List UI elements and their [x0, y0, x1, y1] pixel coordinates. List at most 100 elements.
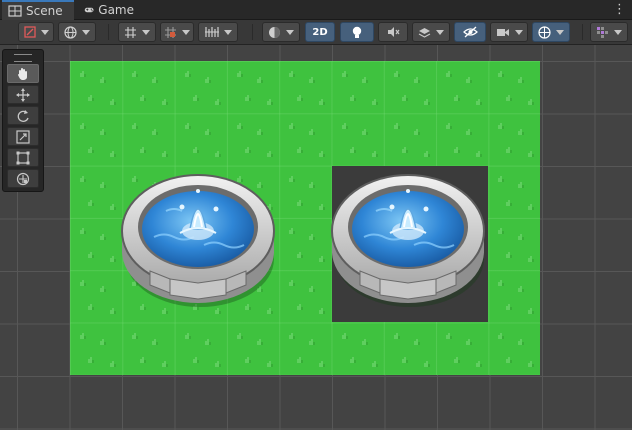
grass-tuft [414, 129, 420, 136]
grass-tuft [110, 203, 116, 210]
grass-tuft [80, 123, 86, 130]
grass-tuft [454, 95, 460, 101]
grass-tuft [193, 147, 199, 154]
grass-tuft [506, 95, 512, 101]
2d-mode-label: 2D [312, 26, 328, 38]
snap-increment-icon [165, 26, 176, 38]
grass-tuft [162, 99, 168, 105]
grass-tuft [394, 123, 400, 130]
grass-tuft [110, 308, 116, 315]
grass-tuft [237, 332, 243, 339]
grass-tuft [185, 123, 191, 130]
grass-tuft [110, 151, 116, 158]
tab-game[interactable]: Game [78, 0, 140, 20]
rotate-tool-button[interactable] [7, 106, 39, 125]
grass-tuft [80, 280, 86, 287]
grass-tuft [267, 360, 273, 367]
increment-snap-dropdown[interactable] [160, 22, 194, 42]
tab-scene-label: Scene [26, 4, 63, 18]
lighting-toggle[interactable] [340, 22, 374, 42]
grass-tuft [498, 71, 504, 77]
effects-layers-icon [418, 27, 431, 38]
shading-mode-dropdown[interactable] [262, 22, 300, 42]
scale-tool-button[interactable] [7, 127, 39, 146]
2d-mode-toggle[interactable]: 2D [305, 22, 335, 42]
align-dropdown[interactable] [198, 22, 238, 42]
scene-viewport[interactable] [0, 45, 632, 430]
hidden-eye-icon [462, 26, 478, 38]
camera-icon [496, 28, 509, 36]
grass-tuft [309, 233, 315, 240]
fountain-sprite-right[interactable] [330, 167, 490, 317]
grass-tuft [402, 147, 408, 154]
grass-tuft [372, 99, 377, 105]
toolbar-separator [252, 24, 253, 40]
grass-tuft [476, 99, 482, 105]
grass-tuft [257, 338, 263, 345]
gizmo-globe-icon [538, 25, 551, 39]
grass-tuft [309, 338, 315, 345]
grass-tuft [454, 147, 460, 154]
grass-tuft [215, 360, 221, 367]
audio-toggle[interactable] [378, 22, 408, 42]
grass-tuft [372, 151, 377, 158]
grass-tuft [518, 338, 524, 345]
grass-tuft [498, 175, 504, 182]
grid-snap-icon [125, 26, 136, 38]
grass-tuft [88, 251, 94, 258]
rect-tool-button[interactable] [7, 148, 39, 167]
grass-tuft [132, 71, 138, 77]
move-arrows-icon [16, 87, 30, 102]
camera-dropdown[interactable] [490, 22, 528, 42]
grid-snapping-dropdown[interactable] [118, 22, 156, 42]
scene-grid-icon [8, 5, 22, 17]
tab-game-label: Game [98, 3, 134, 17]
scene-visibility-toggle[interactable] [454, 22, 486, 42]
grass-tuft [402, 95, 408, 101]
grass-tuft [424, 151, 430, 158]
kebab-menu-icon[interactable]: ⋮ [613, 3, 626, 17]
grass-tuft [297, 199, 303, 206]
grass-tuft [193, 95, 199, 101]
grass-tuft [466, 129, 472, 136]
fountain-sprite-left[interactable] [120, 167, 280, 317]
grass-tuft [289, 175, 295, 182]
hand-tool-button[interactable] [7, 64, 39, 83]
hand-icon [18, 67, 27, 80]
grass-tuft [414, 338, 420, 345]
grass-tuft [466, 77, 472, 83]
grass-tuft [289, 71, 295, 77]
grass-tuft [402, 356, 408, 363]
editor-tab-bar: Scene Game ⋮ [0, 0, 632, 20]
tool-handle-dropdown[interactable] [18, 22, 54, 42]
tab-scene[interactable]: Scene [2, 0, 74, 20]
grass-tuft [267, 99, 273, 105]
grass-tuft [152, 77, 158, 83]
grass-tuft [297, 147, 303, 154]
grass-tuft [498, 227, 504, 234]
align-bars-icon [204, 27, 219, 37]
grass-tuft [132, 332, 138, 339]
grass-tuft [342, 71, 347, 77]
grass-tuft [140, 356, 146, 363]
grass-tuft [80, 71, 86, 77]
move-tool-button[interactable] [7, 85, 39, 104]
grass-tuft [215, 99, 221, 105]
grass-tuft [100, 129, 106, 136]
speaker-muted-icon [387, 27, 399, 37]
transform-tool-button[interactable] [7, 169, 39, 188]
grass-tuft [152, 129, 158, 136]
grass-tuft [319, 151, 325, 158]
grass-tuft [506, 147, 512, 154]
drag-grip-icon[interactable] [14, 54, 32, 62]
layers-dropdown[interactable] [590, 22, 628, 42]
grass-tuft [185, 71, 191, 77]
effects-dropdown[interactable] [412, 22, 450, 42]
grass-tuft [309, 286, 315, 293]
grass-tuft [100, 286, 106, 293]
grass-tuft [193, 356, 199, 363]
global-local-dropdown[interactable] [58, 22, 96, 42]
grass-tuft [362, 338, 367, 345]
gizmos-dropdown[interactable] [532, 22, 570, 42]
grass-tuft [528, 308, 534, 315]
